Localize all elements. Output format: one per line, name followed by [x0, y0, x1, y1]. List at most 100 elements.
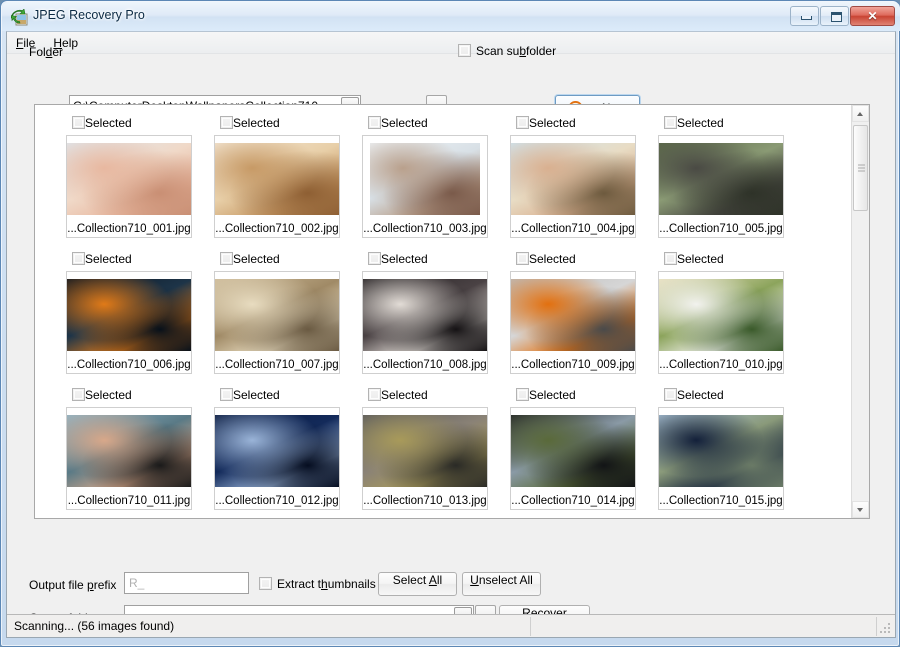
thumbnail-box[interactable]: ...Collection710_007.jpg	[214, 271, 340, 374]
thumbnail-cell[interactable]: Selected ...Collection710_004.jpg	[507, 114, 655, 240]
thumbnail-list-panel[interactable]: Selected...Collection710_001.jpgSelected…	[34, 104, 870, 519]
thumbnail-box[interactable]: ...Collection710_003.jpg	[362, 135, 488, 238]
thumbnail-box[interactable]: ...Collection710_005.jpg	[658, 135, 784, 238]
checkbox-icon[interactable]	[72, 116, 85, 129]
thumbnail-box[interactable]: ...Collection710_011.jpg	[66, 407, 192, 510]
thumbnail-cell[interactable]: Selected ...Collection710_014.jpg	[507, 386, 655, 512]
close-icon: ✕	[851, 10, 894, 22]
thumbnail-cell[interactable]: Selected ...Collection710_008.jpg	[359, 250, 507, 376]
thumbnail-image[interactable]	[511, 415, 635, 487]
checkbox-icon[interactable]	[664, 252, 677, 265]
thumbnail-cell[interactable]: Selected ...Collection710_003.jpg	[359, 114, 507, 240]
thumbnail-cell[interactable]: Selected ...Collection710_005.jpg	[655, 114, 803, 240]
thumbnail-image[interactable]	[363, 415, 487, 487]
thumbnail-cell[interactable]: Selected ...Collection710_015.jpg	[655, 386, 803, 512]
scan-subfolder-checkbox[interactable]: Scan subfolder	[458, 44, 556, 58]
thumbnail-image[interactable]	[370, 143, 480, 215]
extract-thumbnails-label: Extract thumbnails	[277, 577, 376, 591]
thumbnail-selected-checkbox[interactable]: Selected	[664, 252, 724, 266]
output-prefix-input[interactable]	[129, 575, 242, 591]
thumbnail-image[interactable]	[659, 279, 783, 351]
thumbnail-selected-checkbox[interactable]: Selected	[516, 116, 576, 130]
thumbnail-image[interactable]	[659, 143, 783, 215]
thumbnail-image[interactable]	[659, 415, 783, 487]
thumbnail-box[interactable]: ...Collection710_001.jpg	[66, 135, 192, 238]
checkbox-icon[interactable]	[72, 388, 85, 401]
thumbnail-box[interactable]: ...Collection710_004.jpg	[510, 135, 636, 238]
thumbnail-box[interactable]: ...Collection710_012.jpg	[214, 407, 340, 510]
thumbnail-selected-checkbox[interactable]: Selected	[368, 116, 428, 130]
thumbnail-image[interactable]	[215, 143, 339, 215]
thumbnail-cell[interactable]: Selected ...Collection710_011.jpg	[63, 386, 211, 512]
thumbnail-selected-checkbox[interactable]: Selected	[368, 388, 428, 402]
thumbnail-selected-checkbox[interactable]: Selected	[220, 388, 280, 402]
thumbnail-selected-checkbox[interactable]: Selected	[72, 388, 132, 402]
thumbnail-cell[interactable]: Selected ...Collection710_002.jpg	[211, 114, 359, 240]
thumbnail-selected-checkbox[interactable]: Selected	[516, 252, 576, 266]
checkbox-icon[interactable]	[259, 577, 272, 590]
checkbox-icon[interactable]	[516, 116, 529, 129]
thumbnail-selected-checkbox[interactable]: Selected	[220, 116, 280, 130]
checkbox-icon[interactable]	[368, 116, 381, 129]
client-area: File Help Folder ... Scan subfolder Abor…	[6, 31, 896, 638]
thumbnail-selected-checkbox[interactable]: Selected	[664, 116, 724, 130]
thumbnail-image[interactable]	[215, 279, 339, 351]
checkbox-icon[interactable]	[458, 44, 471, 57]
thumbnail-selected-label: Selected	[529, 388, 576, 402]
thumbnail-box[interactable]: ...Collection710_002.jpg	[214, 135, 340, 238]
thumbnail-selected-checkbox[interactable]: Selected	[516, 388, 576, 402]
thumbnail-image[interactable]	[67, 143, 191, 215]
thumbnail-selected-checkbox[interactable]: Selected	[220, 252, 280, 266]
thumbnail-box[interactable]: ...Collection710_009.jpg	[510, 271, 636, 374]
extract-thumbnails-checkbox[interactable]: Extract thumbnails	[259, 577, 376, 591]
scroll-down-icon[interactable]	[852, 501, 869, 518]
thumbnail-box[interactable]: ...Collection710_008.jpg	[362, 271, 488, 374]
thumbnail-cell[interactable]: Selected ...Collection710_010.jpg	[655, 250, 803, 376]
thumbnail-cell[interactable]: Selected ...Collection710_006.jpg	[63, 250, 211, 376]
checkbox-icon[interactable]	[516, 252, 529, 265]
thumbnail-selected-checkbox[interactable]: Selected	[72, 252, 132, 266]
thumbnail-cell[interactable]: Selected ...Collection710_007.jpg	[211, 250, 359, 376]
thumbnail-selected-checkbox[interactable]: Selected	[368, 252, 428, 266]
select-all-button[interactable]: Select All	[378, 572, 457, 596]
maximize-button[interactable]	[820, 6, 849, 26]
minimize-button[interactable]	[790, 6, 819, 26]
thumbnail-cell[interactable]: Selected ...Collection710_009.jpg	[507, 250, 655, 376]
thumbnail-selected-label: Selected	[381, 388, 428, 402]
close-button[interactable]: ✕	[850, 6, 895, 26]
unselect-all-button[interactable]: Unselect All	[462, 572, 541, 596]
checkbox-icon[interactable]	[664, 116, 677, 129]
checkbox-icon[interactable]	[220, 388, 233, 401]
folder-label: Folder	[29, 45, 63, 59]
checkbox-icon[interactable]	[72, 252, 85, 265]
thumbnail-filename: ...Collection710_001.jpg	[67, 223, 191, 235]
checkbox-icon[interactable]	[368, 252, 381, 265]
checkbox-icon[interactable]	[368, 388, 381, 401]
checkbox-icon[interactable]	[516, 388, 529, 401]
thumbnail-box[interactable]: ...Collection710_015.jpg	[658, 407, 784, 510]
thumbnail-image[interactable]	[363, 279, 487, 351]
thumbnail-image[interactable]	[215, 415, 339, 487]
thumbnail-image[interactable]	[511, 143, 635, 215]
vertical-scrollbar[interactable]	[851, 105, 869, 518]
scrollbar-thumb[interactable]	[853, 125, 868, 211]
checkbox-icon[interactable]	[220, 252, 233, 265]
checkbox-icon[interactable]	[220, 116, 233, 129]
thumbnail-box[interactable]: ...Collection710_014.jpg	[510, 407, 636, 510]
resize-grip-icon[interactable]	[880, 623, 892, 635]
thumbnail-cell[interactable]: Selected ...Collection710_001.jpg	[63, 114, 211, 240]
thumbnail-box[interactable]: ...Collection710_006.jpg	[66, 271, 192, 374]
thumbnail-selected-checkbox[interactable]: Selected	[664, 388, 724, 402]
thumbnail-cell[interactable]: Selected ...Collection710_013.jpg	[359, 386, 507, 512]
output-prefix-field[interactable]	[124, 572, 249, 594]
thumbnail-box[interactable]: ...Collection710_010.jpg	[658, 271, 784, 374]
checkbox-icon[interactable]	[664, 388, 677, 401]
thumbnail-image[interactable]	[67, 415, 191, 487]
thumbnail-filename: ...Collection710_013.jpg	[363, 495, 487, 507]
thumbnail-box[interactable]: ...Collection710_013.jpg	[362, 407, 488, 510]
thumbnail-cell[interactable]: Selected ...Collection710_012.jpg	[211, 386, 359, 512]
thumbnail-image[interactable]	[511, 279, 635, 351]
thumbnail-selected-checkbox[interactable]: Selected	[72, 116, 132, 130]
scroll-up-icon[interactable]	[852, 105, 869, 122]
thumbnail-image[interactable]	[67, 279, 191, 351]
